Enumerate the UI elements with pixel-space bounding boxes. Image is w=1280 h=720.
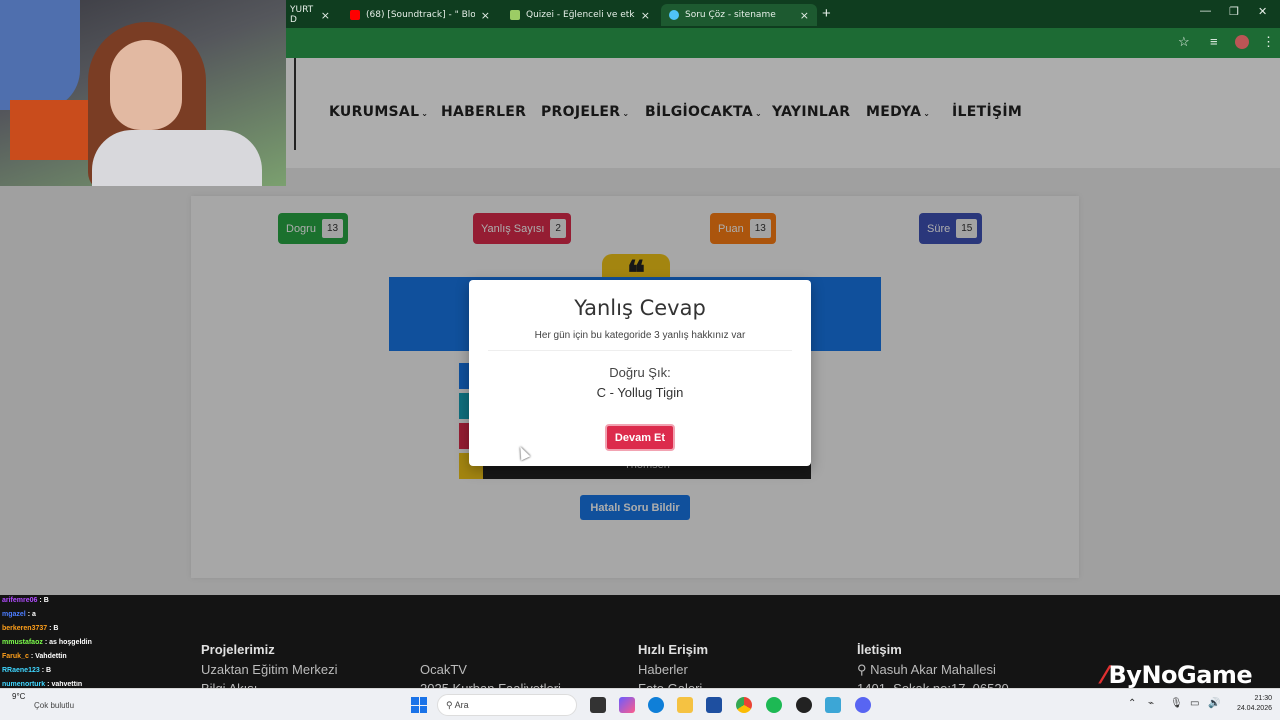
chat-user: arifemre06 <box>2 597 38 604</box>
footer-link[interactable]: 2025 Kurban Faaliyetleri <box>420 681 561 688</box>
chat-message: berkeren3737: B <box>2 625 59 632</box>
close-window-icon[interactable]: ✕ <box>1258 5 1267 18</box>
streamer-shirt <box>92 130 262 186</box>
windows-taskbar: 9°C Çok bulutlu ⚲ Ara ⌃ ⌁ 🎙 ▭ 🔊 21:30 24… <box>0 688 1280 720</box>
tab-title: Soru Çöz - sitename <box>685 10 776 20</box>
modal-subtitle: Her gün için bu kategoride 3 yanlış hakk… <box>534 330 746 341</box>
youtube-icon <box>350 10 360 20</box>
volume-icon[interactable]: 🔊 <box>1208 698 1220 709</box>
close-tab-icon[interactable]: × <box>481 9 490 22</box>
bookmark-star-icon[interactable]: ☆ <box>1178 34 1190 50</box>
copilot-icon[interactable] <box>619 697 635 713</box>
chat-message: RRaene123: B <box>2 667 51 674</box>
chat-user: mgazel <box>2 611 26 618</box>
wrong-answer-modal: Yanlış Cevap Her gün için bu kategoride … <box>469 280 811 466</box>
chat-message: mmustafaoz: as hoşgeldin <box>2 639 92 646</box>
media-control-icon[interactable]: ≡ <box>1210 34 1218 49</box>
chat-text: : vahvettin <box>47 681 83 688</box>
windows-start-icon[interactable] <box>411 697 427 713</box>
taskbar-search-input[interactable]: ⚲ Ara <box>437 694 577 716</box>
network-icon[interactable]: ⌁ <box>1148 698 1154 709</box>
chat-message: numenorturk: vahvettin <box>2 681 82 688</box>
footer-link[interactable]: OcakTV <box>420 662 467 677</box>
weather-temp: 9°C <box>12 692 26 701</box>
new-tab-icon[interactable]: + <box>822 5 831 22</box>
footer-heading: Projelerimiz <box>201 642 275 657</box>
tab-title: Quizei - Eğlenceli ve etkileşimli <box>526 10 635 20</box>
footer-address-line: 1401. Sokak no:17, 06520 <box>857 681 1009 688</box>
stream-brand-logo: ⁄ByNoGame <box>1103 661 1253 689</box>
modal-divider <box>488 350 792 351</box>
app-icon[interactable] <box>825 697 841 713</box>
chat-message: Faruk_c: Vahdettin <box>2 653 67 660</box>
clock-time: 21:30 <box>1254 695 1272 702</box>
continue-button[interactable]: Devam Et <box>605 424 675 451</box>
chat-text: : B <box>39 597 49 604</box>
chair-strap <box>10 100 90 160</box>
chat-text: : Vahdettin <box>30 653 67 660</box>
footer-link[interactable]: Bilgi Akışı <box>201 681 257 688</box>
close-tab-icon[interactable]: × <box>800 9 809 22</box>
correct-answer-label: Doğru Şık: <box>609 365 671 380</box>
weather-widget[interactable]: 9°C Çok bulutlu <box>12 692 74 710</box>
store-icon[interactable] <box>706 697 722 713</box>
chat-text: : B <box>49 625 59 632</box>
chevron-up-icon[interactable]: ⌃ <box>1128 698 1136 709</box>
browser-tab[interactable]: Quizei - Eğlenceli ve etkileşimli × <box>502 4 658 26</box>
chat-message: mgazel: a <box>2 611 36 618</box>
profile-avatar-icon[interactable] <box>1235 35 1249 49</box>
browser-tab[interactable]: YURT D × <box>282 4 338 26</box>
microphone-icon[interactable]: 🎙 <box>1170 698 1183 709</box>
correct-answer-value: C - Yollug Tigin <box>596 385 684 400</box>
close-tab-icon[interactable]: × <box>321 9 330 22</box>
browser-tab-active[interactable]: Soru Çöz - sitename × <box>661 4 817 26</box>
chat-text: : a <box>27 611 36 618</box>
footer-link[interactable]: Haberler <box>638 662 688 677</box>
footer-heading: Hızlı Erişim <box>638 642 709 657</box>
chat-user: RRaene123 <box>2 667 40 674</box>
footer-link[interactable]: Foto Galeri <box>638 681 702 688</box>
chat-text: : as hoşgeldin <box>44 639 92 646</box>
restore-icon[interactable]: ❐ <box>1229 5 1239 18</box>
footer-heading: İletişim <box>857 642 902 657</box>
search-icon: ⚲ <box>446 700 455 710</box>
map-marker-icon: ⚲ <box>857 662 871 677</box>
obs-icon[interactable] <box>796 697 812 713</box>
footer-link[interactable]: Uzaktan Eğitim Merkezi <box>201 662 338 677</box>
display-icon[interactable]: ▭ <box>1190 698 1199 709</box>
weather-desc: Çok bulutlu <box>34 701 75 710</box>
discord-icon[interactable] <box>855 697 871 713</box>
system-clock[interactable]: 21:30 24.04.2026 <box>1237 694 1272 714</box>
streamer-face <box>110 40 182 130</box>
plush-toy <box>0 0 80 110</box>
close-tab-icon[interactable]: × <box>641 9 650 22</box>
clock-date: 24.04.2026 <box>1236 705 1272 712</box>
chrome-icon[interactable] <box>736 697 752 713</box>
minimize-icon[interactable]: — <box>1200 5 1211 17</box>
footer-address: ⚲ Nasuh Akar Mahallesi <box>857 662 996 678</box>
more-menu-icon[interactable]: ⋮ <box>1262 34 1275 50</box>
chat-user: Faruk_c <box>2 653 29 660</box>
file-explorer-icon[interactable] <box>677 697 693 713</box>
browser-tab[interactable]: (68) [Soundtrack] - " Blood The × <box>342 4 498 26</box>
spotify-icon[interactable] <box>766 697 782 713</box>
stream-chat-overlay: arifemre06: B mgazel: a berkeren3737: B … <box>0 595 200 688</box>
chat-message: arifemre06: B <box>2 597 49 604</box>
webcam-overlay <box>0 0 286 186</box>
chat-user: mmustafaoz <box>2 639 43 646</box>
site-favicon-icon <box>669 10 679 20</box>
chat-text: : B <box>41 667 52 674</box>
edge-icon[interactable] <box>648 697 664 713</box>
address-line: Nasuh Akar Mahallesi <box>870 662 996 677</box>
chat-user: berkeren3737 <box>2 625 48 632</box>
search-placeholder: Ara <box>454 700 469 710</box>
quizei-favicon-icon <box>510 10 520 20</box>
task-view-icon[interactable] <box>590 697 606 713</box>
tab-title: (68) [Soundtrack] - " Blood The <box>366 10 475 20</box>
brand-slash-icon: ⁄ <box>1103 661 1107 689</box>
brand-text: ByNoGame <box>1108 661 1253 689</box>
tab-title: YURT D <box>290 5 314 25</box>
modal-title: Yanlış Cevap <box>574 296 706 320</box>
chat-user: numenorturk <box>2 681 46 688</box>
